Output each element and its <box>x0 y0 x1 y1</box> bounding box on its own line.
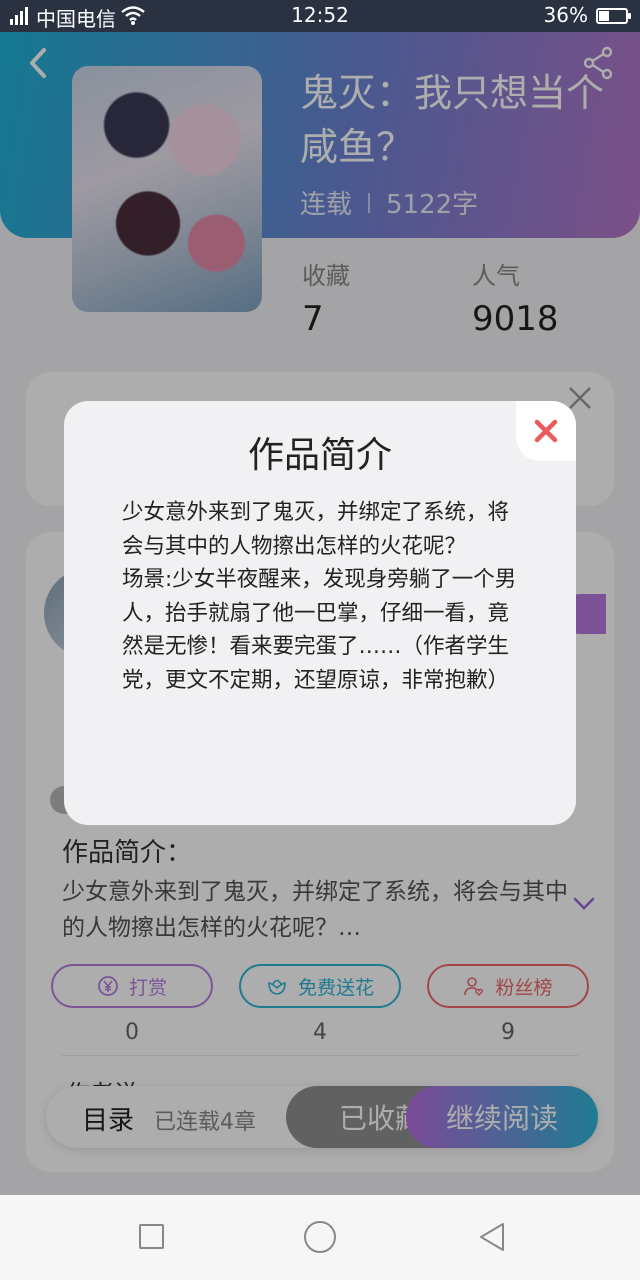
dialog-title: 作品简介 <box>247 435 392 476</box>
battery-icon <box>596 8 631 24</box>
recent-apps-icon[interactable] <box>139 1224 164 1249</box>
battery-percent: 36% <box>543 3 588 27</box>
dialog-body: 少女意外来到了鬼灭，并绑定了系统，将会与其中的人物擦出怎样的火花呢？ 场景:少女… <box>122 500 517 693</box>
nav-back-icon[interactable] <box>477 1221 507 1253</box>
home-icon[interactable] <box>304 1221 336 1253</box>
status-bar: 中国电信 12:52 36% <box>0 0 640 32</box>
